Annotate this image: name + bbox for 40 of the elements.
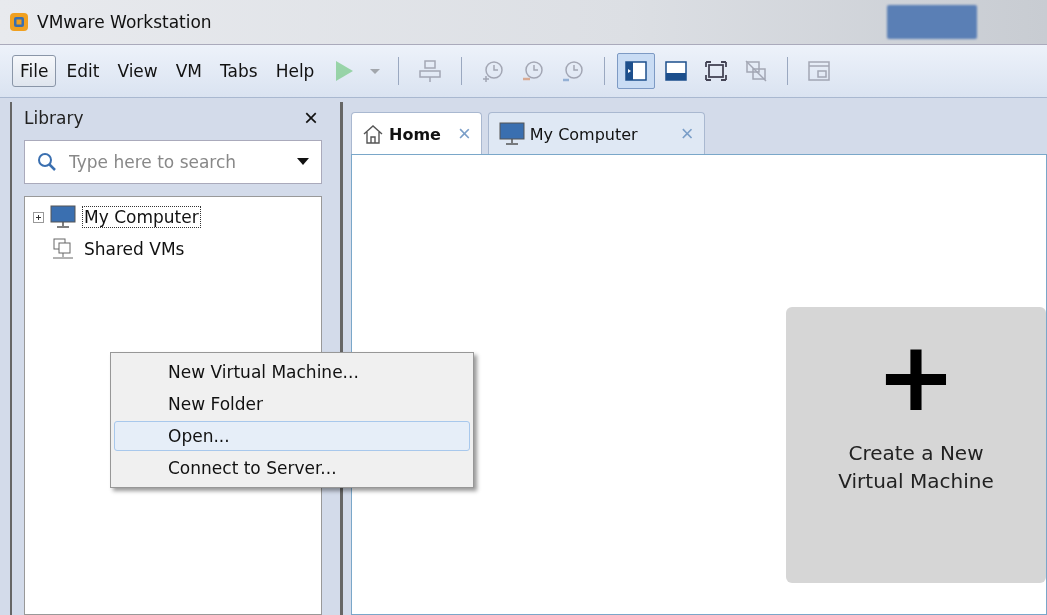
close-button[interactable]: × [298,106,324,130]
menu-item[interactable]: Help [267,55,323,87]
menu-item[interactable]: File [12,55,57,87]
network-icon [417,58,444,84]
monitor-icon [50,205,76,229]
context-menu-item[interactable]: New Folder [114,389,470,419]
tab[interactable]: My Computer × [487,112,705,155]
search-icon [37,152,57,172]
context-menu-item[interactable]: Open... [114,421,470,451]
toolbar-button[interactable] [617,53,656,89]
search-input[interactable]: Type here to search [67,151,287,173]
create-vm-card[interactable]: + Create a New Virtual Machine [786,307,1046,583]
panel-title: Library [24,108,84,128]
tab-label: My Computer [529,124,638,144]
context-menu-item[interactable]: Connect to Server... [114,453,470,483]
plus-icon: + [875,329,957,425]
monitor-icon [498,122,525,146]
menu-item[interactable]: View [109,55,166,87]
app-icon [9,12,29,32]
menu-item[interactable]: Edit [58,55,108,87]
tab-label: Home [389,124,441,144]
context-menu-item[interactable]: New Virtual Machine... [114,357,470,387]
card-label: Create a New Virtual Machine [837,440,995,495]
bottom-panel-icon [663,58,690,84]
search-field[interactable]: Type here to search [24,140,322,184]
caret-icon [370,68,381,74]
menu-item[interactable]: VM [167,55,210,87]
tree-item[interactable]: Shared VMs [82,238,187,260]
tree-item[interactable]: My Computer [82,206,201,228]
fullscreen-icon [703,58,730,84]
menu-item[interactable]: Tabs [212,55,266,87]
window-title: VMware Workstation [37,12,212,32]
expand-icon[interactable] [33,211,44,223]
window-icon [806,58,833,84]
home-icon [362,123,384,145]
window-button[interactable] [887,5,977,39]
sidebar-panel-icon [623,58,650,84]
tab[interactable]: Home × [351,112,482,155]
caret-icon[interactable] [297,158,309,166]
shared-vms-icon [50,237,76,261]
